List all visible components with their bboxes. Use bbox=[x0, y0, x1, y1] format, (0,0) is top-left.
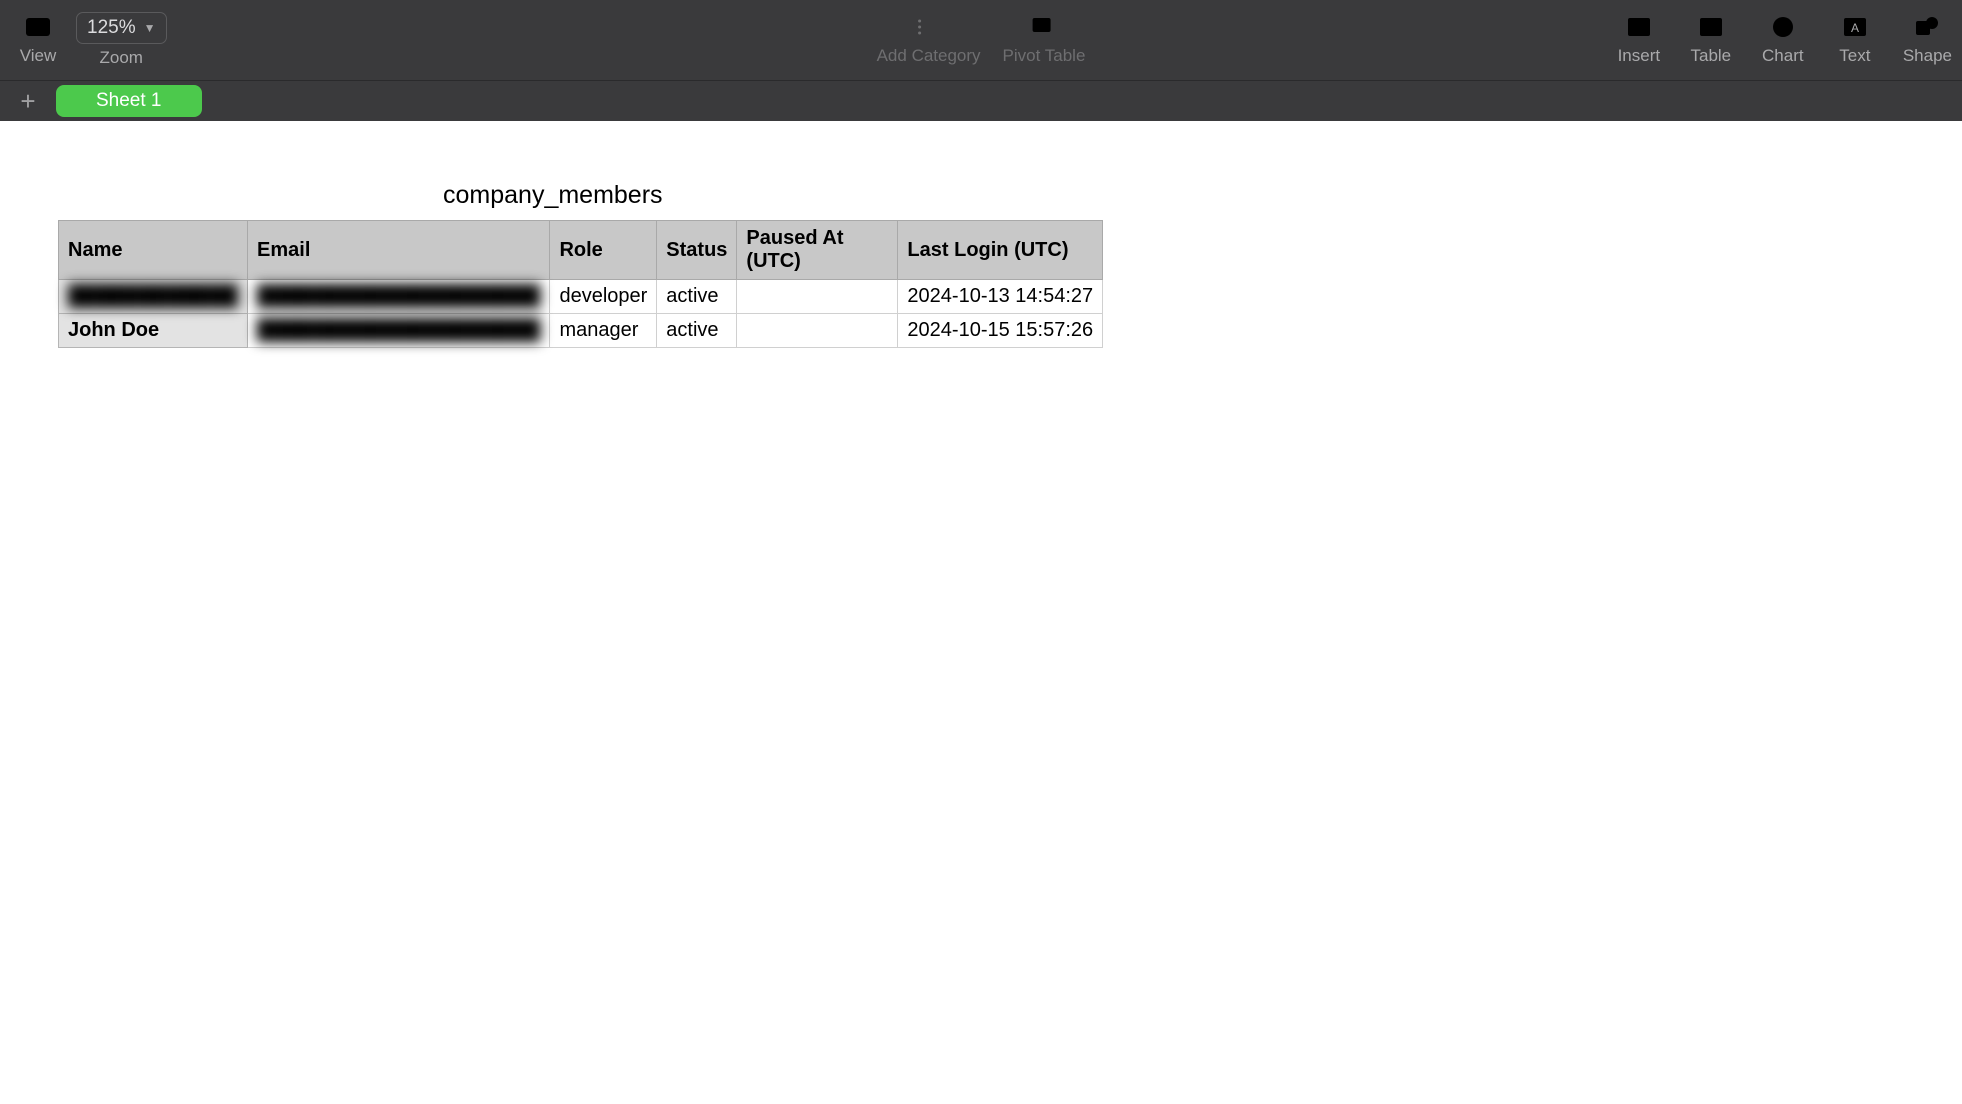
insert-button[interactable]: Insert bbox=[1615, 12, 1663, 66]
text-label: Text bbox=[1839, 46, 1870, 66]
pivot-icon bbox=[1032, 12, 1056, 42]
col-header-paused[interactable]: Paused At (UTC) bbox=[737, 221, 898, 280]
table-label: Table bbox=[1691, 46, 1732, 66]
main-toolbar: View 125% ▼ Zoom Add Category Pivot Tabl… bbox=[0, 0, 1962, 80]
spreadsheet-canvas[interactable]: company_members Name Email Role Status P… bbox=[0, 121, 1962, 1104]
col-header-email[interactable]: Email bbox=[248, 221, 550, 280]
cell-status[interactable]: active bbox=[657, 280, 737, 314]
shape-button[interactable]: Shape bbox=[1903, 12, 1952, 66]
text-button[interactable]: A Text bbox=[1831, 12, 1879, 66]
table-row[interactable]: John Doe ████████████████████ manager ac… bbox=[59, 314, 1103, 348]
table-title[interactable]: company_members bbox=[58, 181, 1962, 210]
sidebar-toggle-icon bbox=[25, 12, 51, 42]
shape-icon bbox=[1915, 12, 1939, 42]
view-button[interactable]: View bbox=[14, 12, 62, 66]
insert-label: Insert bbox=[1618, 46, 1661, 66]
zoom-value: 125% bbox=[87, 17, 136, 39]
pivot-table-label: Pivot Table bbox=[1003, 46, 1086, 66]
zoom-control[interactable]: 125% ▼ Zoom bbox=[76, 12, 167, 68]
shape-label: Shape bbox=[1903, 46, 1952, 66]
cell-lastlogin[interactable]: 2024-10-13 14:54:27 bbox=[898, 280, 1103, 314]
chart-button[interactable]: Chart bbox=[1759, 12, 1807, 66]
table-header-row[interactable]: Name Email Role Status Paused At (UTC) L… bbox=[59, 221, 1103, 280]
table-button[interactable]: Table bbox=[1687, 12, 1735, 66]
cell-name[interactable]: ████████████ bbox=[68, 285, 238, 307]
cell-email[interactable]: ████████████████████ bbox=[257, 319, 540, 341]
pivot-table-button: Pivot Table bbox=[1003, 12, 1086, 66]
table-row[interactable]: ████████████ ████████████████████ develo… bbox=[59, 280, 1103, 314]
cell-role[interactable]: manager bbox=[550, 314, 657, 348]
add-sheet-button[interactable]: + bbox=[10, 86, 46, 116]
table-icon bbox=[1699, 12, 1723, 42]
cell-lastlogin[interactable]: 2024-10-15 15:57:26 bbox=[898, 314, 1103, 348]
col-header-name[interactable]: Name bbox=[59, 221, 248, 280]
add-category-label: Add Category bbox=[877, 46, 981, 66]
col-header-status[interactable]: Status bbox=[657, 221, 737, 280]
sheet-tab-active[interactable]: Sheet 1 bbox=[56, 85, 202, 117]
add-category-button: Add Category bbox=[877, 12, 981, 66]
col-header-lastlogin[interactable]: Last Login (UTC) bbox=[898, 221, 1103, 280]
col-header-role[interactable]: Role bbox=[550, 221, 657, 280]
chart-label: Chart bbox=[1762, 46, 1804, 66]
cell-name[interactable]: John Doe bbox=[59, 314, 248, 348]
data-table[interactable]: Name Email Role Status Paused At (UTC) L… bbox=[58, 220, 1103, 348]
cell-paused[interactable] bbox=[737, 280, 898, 314]
cell-status[interactable]: active bbox=[657, 314, 737, 348]
view-label: View bbox=[20, 46, 57, 66]
zoom-label: Zoom bbox=[100, 48, 143, 68]
cell-paused[interactable] bbox=[737, 314, 898, 348]
cell-role[interactable]: developer bbox=[550, 280, 657, 314]
chart-icon bbox=[1772, 12, 1794, 42]
sheet-tab-bar: + Sheet 1 bbox=[0, 80, 1962, 121]
insert-icon bbox=[1627, 12, 1651, 42]
svg-text:A: A bbox=[1851, 21, 1859, 35]
cell-email[interactable]: ████████████████████ bbox=[257, 285, 540, 307]
list-icon bbox=[917, 12, 941, 42]
chevron-down-icon: ▼ bbox=[144, 21, 156, 35]
text-icon: A bbox=[1843, 12, 1867, 42]
